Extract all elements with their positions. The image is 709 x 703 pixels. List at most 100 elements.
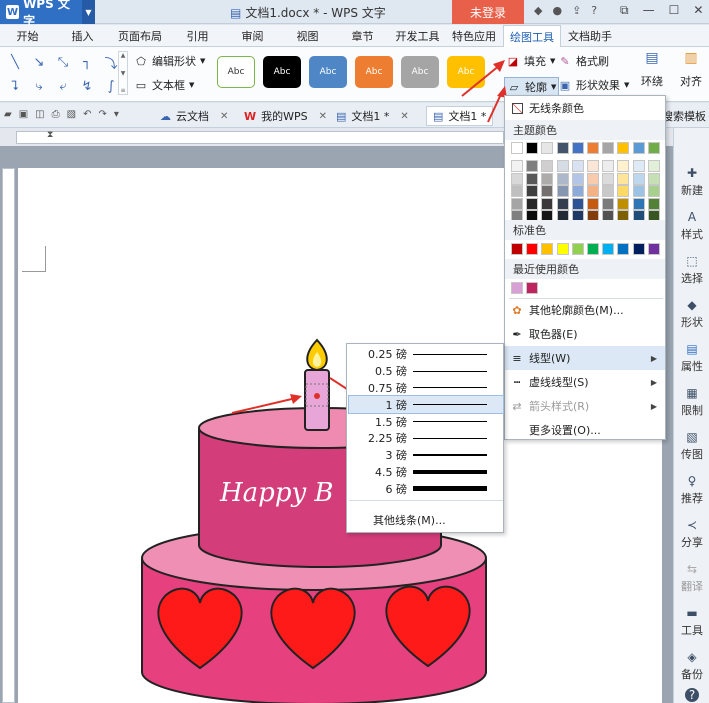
theme-color-swatch[interactable] <box>602 142 615 154</box>
standard-color-swatch[interactable] <box>556 243 569 255</box>
theme-shade-swatch[interactable] <box>541 160 554 172</box>
line-weight-option[interactable]: 2.25 磅 <box>349 430 503 447</box>
theme-shade-swatch[interactable] <box>602 185 615 198</box>
standard-color-swatch[interactable] <box>632 243 645 255</box>
theme-shade-swatch[interactable] <box>602 172 615 185</box>
theme-shade-swatch[interactable] <box>511 160 523 172</box>
side-tools[interactable]: ▬ 工具 <box>674 606 709 638</box>
standard-color-row <box>505 240 665 258</box>
side-properties[interactable]: ▤ 属性 <box>674 342 709 374</box>
theme-shade-swatch[interactable] <box>526 185 539 198</box>
theme-shade-swatch[interactable] <box>541 172 554 185</box>
chevron-right-icon: ▶ <box>650 401 657 411</box>
line-weight-option[interactable]: 3 磅 <box>349 447 503 464</box>
theme-shade-swatch[interactable] <box>571 160 584 172</box>
side-translate[interactable]: ⇆ 翻译 <box>674 562 709 594</box>
theme-shade-swatch[interactable] <box>617 160 630 172</box>
standard-color-swatch[interactable] <box>571 243 584 255</box>
other-lines-item[interactable]: 其他线条(M)... <box>347 508 503 532</box>
theme-shade-swatch[interactable] <box>511 172 523 185</box>
theme-shade-swatch[interactable] <box>632 185 645 198</box>
theme-shade-swatch[interactable] <box>647 172 660 185</box>
recent-color-swatch[interactable] <box>526 282 539 294</box>
line-weight-option[interactable]: 4.5 磅 <box>349 464 503 481</box>
theme-shade-swatch[interactable] <box>632 172 645 185</box>
side-restrict[interactable]: ▦ 限制 <box>674 386 709 418</box>
theme-shade-swatch[interactable] <box>647 197 660 210</box>
theme-shade-swatch[interactable] <box>571 197 584 210</box>
theme-shade-swatch[interactable] <box>571 172 584 185</box>
standard-color-swatch[interactable] <box>647 243 660 255</box>
side-style[interactable]: A 样式 <box>674 210 709 242</box>
theme-shade-swatch[interactable] <box>556 172 569 185</box>
theme-color-swatch[interactable] <box>632 142 645 154</box>
line-weight-option[interactable]: 6 磅 <box>349 480 503 497</box>
line-weight-option[interactable]: 0.25 磅 <box>349 346 503 363</box>
line-type-item[interactable]: ≡ 线型(W) ▶ <box>505 346 665 370</box>
theme-shade-swatch[interactable] <box>556 160 569 172</box>
line-weight-option[interactable]: 0.5 磅 <box>349 363 503 380</box>
side-select[interactable]: ⬚ 选择 <box>674 254 709 286</box>
toolbox-icon: ▬ <box>686 606 698 620</box>
theme-shade-swatch[interactable] <box>556 185 569 198</box>
theme-shade-swatch[interactable] <box>541 197 554 210</box>
standard-color-swatch[interactable] <box>511 243 523 255</box>
side-share[interactable]: ≺ 分享 <box>674 518 709 550</box>
standard-color-swatch[interactable] <box>541 243 554 255</box>
theme-shade-swatch[interactable] <box>511 185 523 198</box>
theme-color-swatch[interactable] <box>556 142 569 154</box>
theme-color-swatch[interactable] <box>541 142 554 154</box>
theme-shade-swatch[interactable] <box>556 197 569 210</box>
side-help[interactable]: ? <box>674 688 709 702</box>
side-recommend-label: 推荐 <box>681 492 703 505</box>
dashed-line-icon: ┅ <box>513 375 521 389</box>
theme-shade-swatch[interactable] <box>617 185 630 198</box>
restrict-icon: ▦ <box>686 386 698 400</box>
side-upload-image[interactable]: ▧ 传图 <box>674 430 709 462</box>
standard-color-swatch[interactable] <box>587 243 599 255</box>
more-settings-item[interactable]: 更多设置(O)... <box>505 418 665 442</box>
side-recommend[interactable]: ♀ 推荐 <box>674 474 709 506</box>
line-weight-option[interactable]: 1 磅 <box>348 395 504 415</box>
theme-shade-swatch[interactable] <box>526 197 539 210</box>
theme-shade-swatch[interactable] <box>647 160 660 172</box>
recent-color-swatch[interactable] <box>511 282 523 294</box>
theme-shade-swatch[interactable] <box>587 185 599 198</box>
theme-shade-swatch[interactable] <box>617 172 630 185</box>
theme-color-swatch[interactable] <box>511 142 523 154</box>
eyedropper-item[interactable]: ✒ 取色器(E) <box>505 322 665 346</box>
theme-color-swatch[interactable] <box>526 142 539 154</box>
theme-shade-swatch[interactable] <box>587 160 599 172</box>
theme-color-swatch[interactable] <box>571 142 584 154</box>
theme-shade-swatch[interactable] <box>647 185 660 198</box>
theme-shade-swatch[interactable] <box>526 172 539 185</box>
side-shape-label: 形状 <box>681 316 703 329</box>
side-backup[interactable]: ◈ 备份 <box>674 650 709 682</box>
theme-shade-swatch[interactable] <box>526 160 539 172</box>
side-new[interactable]: ✚ 新建 <box>674 166 709 198</box>
theme-color-swatch[interactable] <box>647 142 660 154</box>
side-shape[interactable]: ◆ 形状 <box>674 298 709 330</box>
more-outline-colors-item[interactable]: ✿ 其他轮廓颜色(M)... <box>505 298 665 322</box>
no-line-color-item[interactable]: 无线条颜色 <box>505 96 665 120</box>
theme-shade-swatch[interactable] <box>571 185 584 198</box>
line-weight-option[interactable]: 1.5 磅 <box>349 413 503 430</box>
select-icon: ⬚ <box>686 254 698 268</box>
theme-shade-swatch[interactable] <box>602 197 615 210</box>
theme-color-swatch[interactable] <box>587 142 599 154</box>
theme-shade-swatch[interactable] <box>587 197 599 210</box>
theme-shade-swatch[interactable] <box>602 160 615 172</box>
theme-shade-swatch[interactable] <box>632 160 645 172</box>
theme-shade-swatch[interactable] <box>587 172 599 185</box>
theme-color-swatch[interactable] <box>617 142 630 154</box>
line-weight-sample <box>413 486 487 492</box>
line-weight-option[interactable]: 0.75 磅 <box>349 380 503 397</box>
standard-color-swatch[interactable] <box>617 243 630 255</box>
theme-shade-swatch[interactable] <box>541 185 554 198</box>
standard-color-swatch[interactable] <box>526 243 539 255</box>
theme-shade-swatch[interactable] <box>617 197 630 210</box>
standard-color-swatch[interactable] <box>602 243 615 255</box>
theme-shade-swatch[interactable] <box>511 197 523 210</box>
dash-type-item[interactable]: ┅ 虚线线型(S) ▶ <box>505 370 665 394</box>
theme-shade-swatch[interactable] <box>632 197 645 210</box>
